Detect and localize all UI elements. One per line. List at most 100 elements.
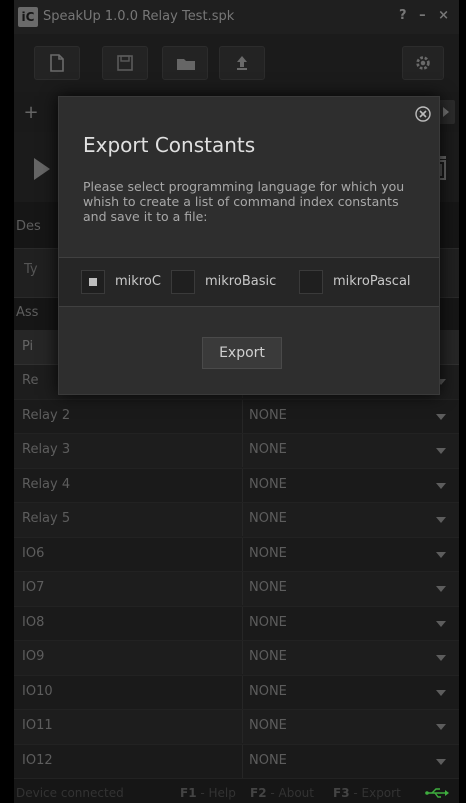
chevron-down-icon	[436, 413, 446, 420]
table-row[interactable]: Relay 5 NONE	[14, 503, 459, 538]
assignment-value: NONE	[249, 580, 287, 595]
assignment-value: NONE	[249, 407, 287, 423]
dialog-title: Export Constants	[83, 133, 256, 157]
mikroc-label: mikroC	[115, 274, 161, 289]
table-body: Re Relay 2 NONE Relay 3 NONE Relay 4 NONE Relay…	[14, 365, 459, 779]
type-label: Ty	[24, 262, 38, 277]
toolbar	[14, 34, 459, 93]
assignment-select[interactable]: NONE	[242, 675, 459, 709]
mikrobasic-checkbox[interactable]	[171, 270, 195, 294]
mikroc-checkbox[interactable]	[81, 270, 105, 294]
assignment-select[interactable]: NONE	[242, 641, 459, 674]
assignment-select[interactable]: NONE	[242, 399, 459, 433]
status-bar: Device connected F1 - Help F2 - About F3…	[14, 783, 459, 803]
mikropascal-label: mikroPascal	[333, 274, 411, 289]
assignment-value: NONE	[249, 718, 287, 733]
pin-table: Pi Re Relay 2 NONE Relay 3 NONE Relay 4 NONE Re…	[14, 330, 459, 779]
table-row[interactable]: IO8 NONE	[14, 606, 459, 641]
gear-icon	[416, 56, 430, 70]
connection-status: Device connected	[16, 786, 124, 800]
chevron-down-icon	[436, 724, 446, 730]
assignment-select[interactable]: NONE	[242, 710, 459, 743]
upload-icon	[237, 56, 247, 70]
pin-name: Relay 3	[22, 442, 71, 457]
assignment-select[interactable]: NONE	[242, 572, 459, 605]
table-row[interactable]: IO11 NONE	[14, 710, 459, 745]
assignment-value: NONE	[249, 442, 287, 457]
f2-label: - About	[266, 786, 314, 800]
open-folder-button[interactable]	[162, 46, 208, 80]
table-row[interactable]: Relay 2 NONE	[14, 399, 459, 434]
chevron-down-icon	[436, 758, 446, 765]
assignment-select[interactable]: NONE	[242, 503, 459, 536]
new-file-icon	[50, 54, 64, 72]
chevron-down-icon	[436, 586, 446, 592]
chevron-down-icon	[436, 482, 446, 489]
table-row[interactable]: IO7 NONE	[14, 572, 459, 607]
description-label: Des	[16, 219, 41, 234]
pin-name: Relay 5	[22, 511, 71, 526]
pin-name: Relay 2	[22, 407, 71, 423]
save-icon	[117, 55, 133, 71]
save-button[interactable]	[102, 46, 148, 80]
chevron-down-icon	[436, 689, 446, 696]
assignment-value: NONE	[249, 683, 287, 699]
add-tab-button[interactable]: +	[20, 102, 42, 124]
new-file-button[interactable]	[34, 46, 80, 80]
title-bar: iC SpeakUp 1.0.0 Relay Test.spk ? – ×	[14, 0, 459, 34]
pin-name: Re	[22, 373, 39, 388]
table-row[interactable]: Relay 4 NONE	[14, 468, 459, 503]
assignment-value: NONE	[249, 511, 287, 526]
window-controls[interactable]: ? – ×	[399, 8, 453, 23]
pin-name: IO9	[22, 649, 45, 664]
export-constants-dialog: Export Constants Please select programmi…	[58, 96, 440, 395]
language-options: mikroC mikroBasic mikroPascal	[59, 257, 439, 307]
f1-key: F1	[180, 786, 197, 800]
dialog-message: Please select programming language for w…	[83, 179, 405, 224]
pin-name: Relay 4	[22, 476, 71, 492]
f1-label: - Help	[196, 786, 236, 800]
about-shortcut[interactable]: F2 - About	[250, 786, 314, 800]
pin-name: IO12	[22, 752, 53, 768]
column-header-name: Pi	[22, 339, 34, 354]
play-icon[interactable]	[34, 158, 50, 180]
pin-name: IO7	[22, 580, 45, 595]
export-shortcut[interactable]: F3 - Export	[333, 786, 401, 800]
mikrobasic-label: mikroBasic	[205, 274, 277, 289]
window-title: SpeakUp 1.0.0 Relay Test.spk	[43, 9, 235, 24]
pin-name: IO8	[22, 614, 45, 630]
app-logo: iC	[18, 7, 38, 27]
upload-button[interactable]	[219, 46, 265, 80]
export-button[interactable]: Export	[202, 337, 282, 369]
f3-label: - Export	[349, 786, 401, 800]
chevron-down-icon	[436, 551, 446, 558]
assignment-select[interactable]: NONE	[242, 606, 459, 640]
chevron-down-icon	[436, 517, 446, 523]
assignment-value: NONE	[249, 614, 287, 630]
assignment-select[interactable]: NONE	[242, 744, 459, 778]
mikropascal-checkbox[interactable]	[299, 270, 323, 294]
assignment-value: NONE	[249, 476, 287, 492]
assignment-select[interactable]: NONE	[242, 434, 459, 467]
close-icon[interactable]	[415, 106, 431, 122]
table-row[interactable]: IO10 NONE	[14, 675, 459, 710]
pin-name: IO6	[22, 545, 45, 561]
pin-name: IO10	[22, 683, 53, 699]
table-row[interactable]: IO9 NONE	[14, 641, 459, 676]
chevron-down-icon	[436, 655, 446, 661]
table-row[interactable]: Relay 3 NONE	[14, 434, 459, 469]
assignment-select[interactable]: NONE	[242, 537, 459, 571]
help-shortcut[interactable]: F1 - Help	[180, 786, 236, 800]
folder-icon	[177, 59, 195, 70]
f2-key: F2	[250, 786, 267, 800]
table-row[interactable]: IO6 NONE	[14, 537, 459, 572]
assignment-value: NONE	[249, 752, 287, 768]
assignment-value: NONE	[249, 649, 287, 664]
chevron-down-icon	[436, 620, 446, 627]
chevron-down-icon	[436, 448, 446, 454]
assignment-value: NONE	[249, 545, 287, 561]
assign-label: Ass	[16, 305, 39, 320]
assignment-select[interactable]: NONE	[242, 468, 459, 502]
table-row[interactable]: IO12 NONE	[14, 744, 459, 779]
settings-button[interactable]	[402, 46, 444, 80]
